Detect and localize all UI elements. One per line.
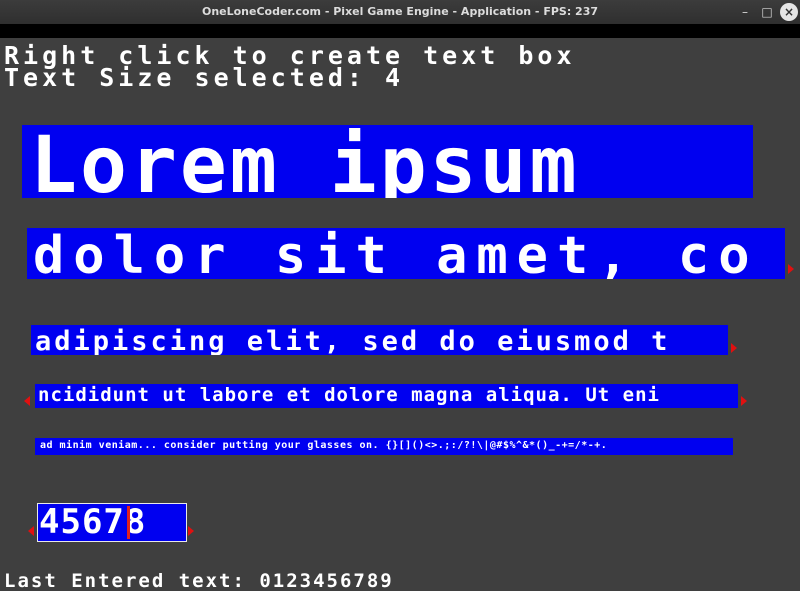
scroll-right-arrow-icon[interactable]	[188, 526, 194, 536]
maximize-button[interactable]: □	[758, 3, 776, 21]
text-box[interactable]: ad minim veniam... consider putting your…	[35, 438, 733, 455]
text-box[interactable]: ncididunt ut labore et dolore magna aliq…	[35, 384, 738, 408]
window-title: OneLoneCoder.com - Pixel Game Engine - A…	[201, 5, 599, 18]
scroll-right-arrow-icon[interactable]	[741, 396, 747, 406]
active-text-box[interactable]: 45678	[37, 503, 187, 542]
text-box-content: Lorem ipsum	[30, 125, 580, 198]
last-entered-text: Last Entered text: 0123456789	[4, 570, 394, 591]
text-box-content: adipiscing elit, sed do eiusmod t	[35, 326, 671, 355]
minimize-button[interactable]: –	[736, 3, 754, 21]
close-button[interactable]: ×	[780, 3, 798, 21]
window-border	[0, 24, 800, 38]
text-box[interactable]: Lorem ipsum	[22, 125, 753, 198]
text-cursor	[127, 506, 130, 539]
scroll-right-arrow-icon[interactable]	[788, 264, 794, 274]
text-box[interactable]: dolor sit amet, co	[27, 228, 785, 279]
text-box[interactable]: adipiscing elit, sed do eiusmod t	[31, 325, 728, 355]
text-size-status: Text Size selected: 4	[4, 63, 405, 92]
window-titlebar[interactable]: OneLoneCoder.com - Pixel Game Engine - A…	[0, 0, 800, 24]
app-canvas[interactable]: Right click to create text box Text Size…	[0, 38, 800, 591]
text-box-content: ad minim veniam... consider putting your…	[40, 440, 608, 451]
text-box-content: ncididunt ut labore et dolore magna aliq…	[38, 384, 660, 406]
scroll-left-arrow-icon[interactable]	[28, 526, 34, 536]
scroll-right-arrow-icon[interactable]	[731, 343, 737, 353]
scroll-left-arrow-icon[interactable]	[24, 396, 30, 406]
text-box-content: dolor sit amet, co	[33, 228, 759, 279]
text-box-content: 45678	[39, 503, 147, 542]
